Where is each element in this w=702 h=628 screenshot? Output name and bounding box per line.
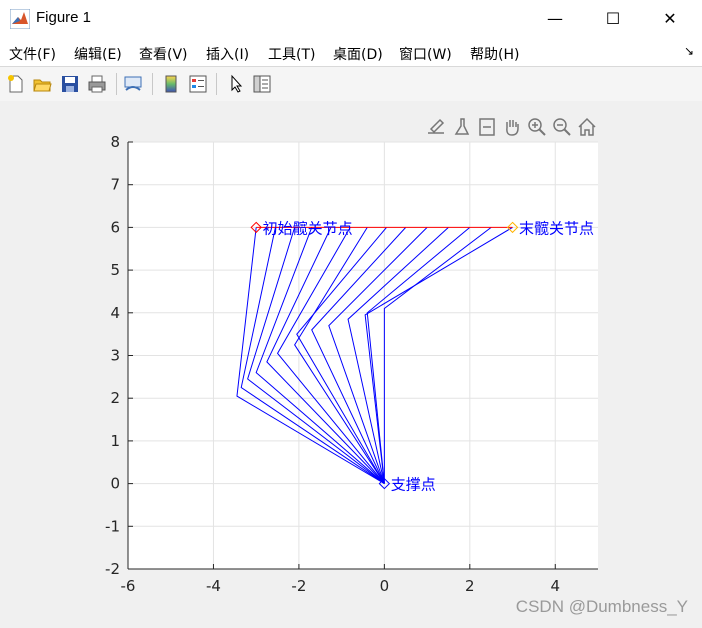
edit-plot-arrow-icon[interactable]: [226, 74, 246, 94]
new-figure-icon[interactable]: [6, 74, 26, 94]
brush-icon[interactable]: [451, 116, 473, 138]
colorbar-icon[interactable]: [161, 74, 181, 94]
zoom-out-icon[interactable]: [551, 116, 573, 138]
toolbar-separator: [152, 73, 153, 95]
figure-area: [0, 101, 702, 628]
export-icon[interactable]: [425, 116, 447, 138]
data-tips-icon[interactable]: [476, 116, 498, 138]
watermark: CSDN @Dumbness_Y: [515, 597, 688, 616]
print-icon[interactable]: [87, 74, 107, 94]
menu-window[interactable]: 窗口(W): [399, 44, 452, 64]
menu-help[interactable]: 帮助(H): [470, 44, 519, 64]
menu-tools[interactable]: 工具(T): [268, 44, 315, 64]
title-bar: Figure 1 — ☐ ✕: [0, 0, 702, 38]
maximize-button[interactable]: ☐: [585, 0, 641, 38]
menu-desktop[interactable]: 桌面(D): [333, 44, 383, 64]
minimize-button[interactable]: —: [527, 0, 583, 38]
toolbar-separator: [216, 73, 217, 95]
matlab-logo-icon: [10, 9, 30, 29]
legend-icon[interactable]: [188, 74, 208, 94]
link-plot-icon[interactable]: [123, 74, 143, 94]
menu-insert[interactable]: 插入(I): [206, 44, 249, 64]
menu-bar: 文件(F) 编辑(E) 查看(V) 插入(I) 工具(T) 桌面(D) 窗口(W…: [0, 38, 702, 66]
home-restore-icon[interactable]: [576, 116, 598, 138]
close-button[interactable]: ✕: [642, 0, 698, 38]
menu-overflow-icon[interactable]: ↘: [684, 44, 694, 58]
window-title: Figure 1: [36, 9, 92, 26]
close-icon: ✕: [663, 9, 677, 28]
figure-toolbar: [0, 66, 702, 102]
zoom-in-icon[interactable]: [526, 116, 548, 138]
save-icon[interactable]: [60, 74, 80, 94]
menu-edit[interactable]: 编辑(E): [74, 44, 122, 64]
menu-file[interactable]: 文件(F): [9, 44, 56, 64]
toolbar-separator: [116, 73, 117, 95]
open-file-icon[interactable]: [32, 74, 52, 94]
menu-view[interactable]: 查看(V): [139, 44, 188, 64]
maximize-icon: ☐: [605, 9, 621, 28]
property-inspector-icon[interactable]: [252, 74, 272, 94]
minimize-icon: —: [547, 9, 563, 28]
pan-hand-icon[interactable]: [501, 116, 523, 138]
